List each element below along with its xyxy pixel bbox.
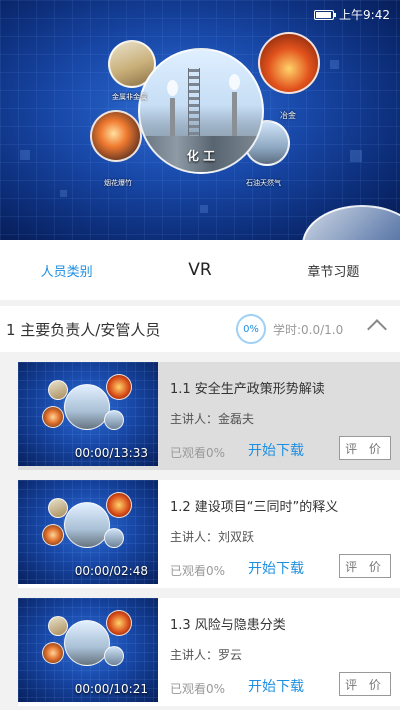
fireworks-bubble: [90, 110, 142, 162]
progress-circle: 0%: [236, 314, 266, 344]
banner-decoration: [330, 60, 339, 69]
banner-label: 石油天然气: [246, 179, 281, 187]
thumbnail-bubble: [64, 620, 110, 666]
course-list: 00:00/13:33 1.1 安全生产政策形势解读 主讲人：金磊夫 已观看0%…: [0, 358, 400, 710]
smokestack-graphic: [167, 80, 178, 138]
tower-graphic: [188, 68, 200, 142]
course-title: 1.2 建设项目“三同时”的释义: [170, 500, 339, 515]
course-title: 1.1 安全生产政策形势解读: [170, 382, 325, 397]
thumbnail-bubble: [64, 502, 110, 548]
banner-main-caption: 化 工: [186, 149, 216, 163]
course-lecturer: 主讲人：金磊夫: [170, 412, 255, 426]
banner-label: 烟花爆竹: [104, 179, 132, 187]
course-item[interactable]: 00:00/13:33 1.1 安全生产政策形势解读 主讲人：金磊夫 已观看0%…: [18, 362, 400, 470]
course-title: 1.3 风险与隐患分类: [170, 618, 286, 633]
tab-chapter-exercises[interactable]: 章节习题: [267, 261, 400, 280]
section-title: 1 主要负责人/安管人员: [6, 320, 161, 339]
banner-decoration: [60, 190, 67, 197]
course-thumbnail[interactable]: 00:00/02:48: [18, 480, 158, 584]
study-hours: 学时:0.0/1.0: [273, 323, 344, 337]
thumbnail-bubble: [104, 646, 124, 666]
course-lecturer: 主讲人：罗云: [170, 648, 243, 662]
banner-label: 冶金: [280, 111, 296, 120]
video-duration: 00:00/02:48: [74, 564, 148, 578]
chevron-up-icon[interactable]: [367, 319, 387, 339]
banner-decoration: [350, 150, 362, 162]
thumbnail-bubble: [42, 406, 64, 428]
metallurgy-bubble: [258, 32, 320, 94]
hero-banner[interactable]: 上午9:42 化 工 金属非金属 冶金 烟花爆竹 石油天然气: [0, 0, 400, 240]
course-item[interactable]: 00:00/02:48 1.2 建设项目“三同时”的释义 主讲人：刘双跃 已观看…: [18, 480, 400, 588]
banner-decoration: [200, 205, 208, 213]
rate-button[interactable]: 评 价: [339, 672, 391, 696]
thumbnail-bubble: [106, 492, 132, 518]
course-lecturer: 主讲人：刘双跃: [170, 530, 255, 544]
chemical-bubble: 化 工: [138, 48, 264, 174]
video-duration: 00:00/13:33: [74, 446, 148, 460]
banner-label: 金属非金属: [112, 93, 147, 101]
watch-progress: 已观看0%: [170, 564, 226, 578]
course-item[interactable]: 00:00/10:21 1.3 风险与隐患分类 主讲人：罗云 已观看0% 开始下…: [18, 598, 400, 706]
rate-button[interactable]: 评 价: [339, 436, 391, 460]
download-button[interactable]: 开始下载: [248, 676, 304, 696]
thumbnail-bubble: [104, 410, 124, 430]
status-time: 上午9:42: [339, 8, 390, 22]
watch-progress: 已观看0%: [170, 682, 226, 696]
tab-personnel-category[interactable]: 人员类别: [0, 261, 133, 280]
thumbnail-bubble: [104, 528, 124, 548]
watch-progress: 已观看0%: [170, 446, 226, 460]
category-tabs: 人员类别 VR 章节习题: [0, 240, 400, 300]
smokestack-graphic: [229, 74, 240, 138]
download-button[interactable]: 开始下载: [248, 440, 304, 460]
video-duration: 00:00/10:21: [74, 682, 148, 696]
download-button[interactable]: 开始下载: [248, 558, 304, 578]
thumbnail-bubble: [64, 384, 110, 430]
status-bar: 上午9:42: [314, 6, 390, 23]
battery-icon: [314, 9, 337, 20]
thumbnail-bubble: [106, 374, 132, 400]
thumbnail-bubble: [42, 642, 64, 664]
banner-decoration: [20, 150, 30, 160]
thumbnail-bubble: [42, 524, 64, 546]
tab-vr[interactable]: VR: [133, 260, 266, 280]
course-thumbnail[interactable]: 00:00/13:33: [18, 362, 158, 466]
course-thumbnail[interactable]: 00:00/10:21: [18, 598, 158, 702]
rate-button[interactable]: 评 价: [339, 554, 391, 578]
thumbnail-bubble: [106, 610, 132, 636]
section-header[interactable]: 1 主要负责人/安管人员 0% 学时:0.0/1.0: [0, 306, 400, 352]
